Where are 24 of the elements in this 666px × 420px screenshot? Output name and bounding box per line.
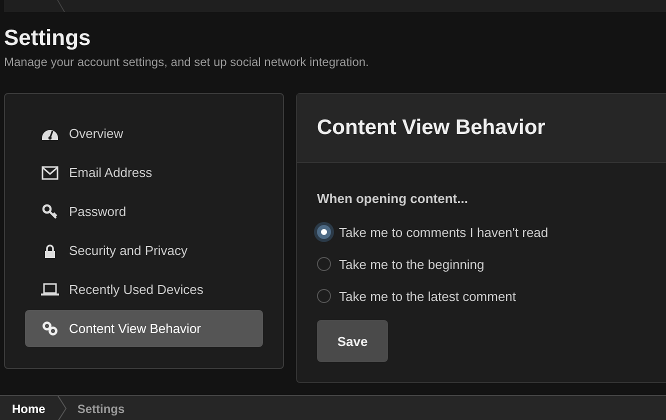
radio-option[interactable]: Take me to the beginning: [317, 248, 646, 280]
panel-title: Content View Behavior: [317, 116, 546, 140]
chevron-icon: [57, 396, 68, 420]
sidebar-item[interactable]: Security and Privacy: [25, 232, 263, 269]
envelope-icon: [41, 166, 59, 180]
question-label: When opening content...: [317, 191, 469, 206]
radio-button[interactable]: [317, 225, 331, 239]
radio-option[interactable]: Take me to the latest comment: [317, 280, 646, 312]
radio-button[interactable]: [317, 289, 331, 303]
sidebar-item[interactable]: Password: [25, 193, 263, 230]
breadcrumb-link[interactable]: Settings: [77, 402, 133, 416]
laptop-icon: [41, 283, 59, 296]
key-icon: [41, 204, 59, 219]
breadcrumb-link[interactable]: Home: [12, 402, 54, 416]
save-button[interactable]: Save: [317, 320, 388, 362]
page-title: Settings: [4, 24, 92, 52]
sidebar-item[interactable]: Email Address: [25, 154, 263, 191]
sidebar-item[interactable]: Content View Behavior: [25, 310, 263, 347]
page-description: Manage your account settings, and set up social network integration.: [4, 55, 370, 69]
radio-option[interactable]: Take me to comments I haven't read: [317, 216, 646, 248]
radio-button[interactable]: [317, 257, 331, 271]
sidebar-item[interactable]: Recently Used Devices: [25, 271, 263, 308]
link-icon: [41, 321, 59, 336]
sidebar-item[interactable]: Overview: [25, 115, 263, 152]
